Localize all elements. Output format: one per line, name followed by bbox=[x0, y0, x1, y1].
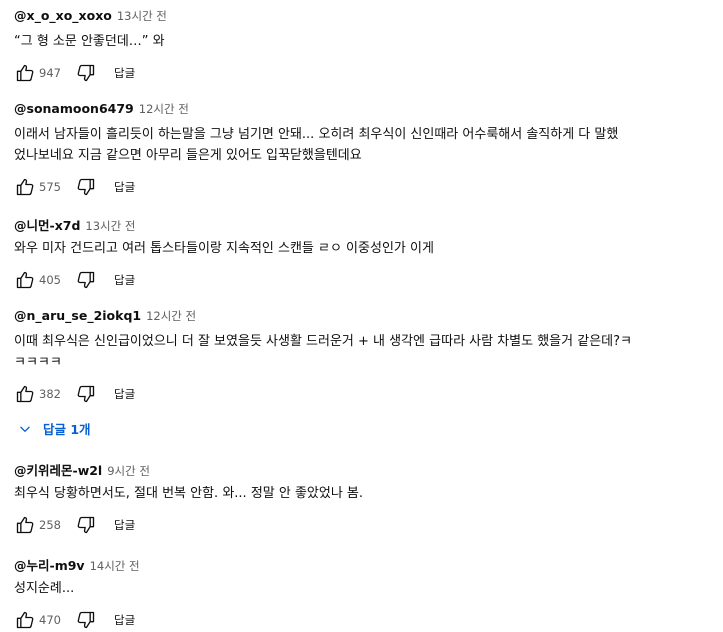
comment-time[interactable]: 14시간 전 bbox=[90, 558, 140, 574]
like-count: 382 bbox=[39, 387, 61, 401]
comment-header: @키위레몬-w2l 9시간 전 bbox=[14, 460, 719, 478]
reply-button[interactable]: 답글 bbox=[114, 272, 135, 288]
view-replies-label: 답글 1개 bbox=[43, 422, 91, 437]
thumbs-up-icon[interactable] bbox=[14, 176, 36, 198]
thumbs-down-icon[interactable] bbox=[75, 383, 97, 405]
comment: @누리-m9v 14시간 전 성지순례... 470 답글 bbox=[14, 555, 719, 632]
comment-author[interactable]: @니먼-x7d bbox=[14, 215, 80, 234]
thumbs-down-icon[interactable] bbox=[75, 176, 97, 198]
thumbs-down-icon[interactable] bbox=[75, 514, 97, 536]
reply-button[interactable]: 답글 bbox=[114, 386, 135, 402]
like-count: 575 bbox=[39, 180, 61, 194]
like-count: 947 bbox=[39, 66, 61, 80]
comment: @니먼-x7d 13시간 전 와우 미자 건드리고 여러 톱스타들이랑 지속적인… bbox=[14, 215, 719, 292]
comment-actions: 405 답글 bbox=[14, 268, 719, 292]
comment-author[interactable]: @sonamoon6479 bbox=[14, 101, 134, 116]
comment-actions: 470 답글 bbox=[14, 608, 719, 632]
comment: @sonamoon6479 12시간 전 이래서 남자들이 흘리듯이 하는말을 … bbox=[14, 101, 719, 199]
like-count: 405 bbox=[39, 273, 61, 287]
comment-time[interactable]: 13시간 전 bbox=[85, 218, 135, 234]
comment-author[interactable]: @n_aru_se_2iokq1 bbox=[14, 308, 141, 323]
comment-time[interactable]: 9시간 전 bbox=[107, 463, 150, 479]
comment-time[interactable]: 12시간 전 bbox=[139, 101, 189, 117]
chevron-down-icon bbox=[20, 426, 30, 432]
comment-actions: 382 답글 bbox=[14, 382, 719, 406]
comment-author[interactable]: @키위레몬-w2l bbox=[14, 460, 102, 479]
comment: @x_o_xo_xoxo 13시간 전 “그 형 소문 안좋던데…” 와 947… bbox=[14, 8, 719, 85]
comment: @키위레몬-w2l 9시간 전 최우식 당황하면서도, 절대 번복 안함. 와.… bbox=[14, 460, 719, 537]
comment-actions: 575 답글 bbox=[14, 175, 719, 199]
comment-text: 이때 최우식은 신인급이었으니 더 잘 보였을듯 사생활 드러운거 + 내 생각… bbox=[14, 334, 632, 370]
thumbs-up-icon[interactable] bbox=[14, 514, 36, 536]
comment-time[interactable]: 13시간 전 bbox=[117, 8, 167, 24]
comment-actions: 258 답글 bbox=[14, 513, 719, 537]
thumbs-down-icon[interactable] bbox=[75, 269, 97, 291]
like-count: 470 bbox=[39, 613, 61, 627]
comment-actions: 947 답글 bbox=[14, 61, 719, 85]
thumbs-up-icon[interactable] bbox=[14, 383, 36, 405]
reply-button[interactable]: 답글 bbox=[114, 517, 135, 533]
reply-button[interactable]: 답글 bbox=[114, 65, 135, 81]
comment-header: @누리-m9v 14시간 전 bbox=[14, 555, 719, 573]
comment-header: @sonamoon6479 12시간 전 bbox=[14, 101, 719, 119]
comment-author[interactable]: @x_o_xo_xoxo bbox=[14, 8, 112, 23]
comment-text: 와우 미자 건드리고 여러 톱스타들이랑 지속적인 스캔들 ㄹㅇ 이중성인가 이… bbox=[14, 241, 434, 256]
thumbs-up-icon[interactable] bbox=[14, 609, 36, 631]
comment-author[interactable]: @누리-m9v bbox=[14, 555, 85, 574]
like-count: 258 bbox=[39, 518, 61, 532]
thumbs-down-icon[interactable] bbox=[75, 609, 97, 631]
comment-text: 최우식 당황하면서도, 절대 번복 안함. 와... 정말 안 좋았었나 봄. bbox=[14, 486, 364, 501]
thumbs-down-icon[interactable] bbox=[75, 62, 97, 84]
view-replies-button[interactable]: 답글 1개 bbox=[18, 419, 719, 438]
reply-button[interactable]: 답글 bbox=[114, 179, 135, 195]
thumbs-up-icon[interactable] bbox=[14, 269, 36, 291]
thumbs-up-icon[interactable] bbox=[14, 62, 36, 84]
comment-time[interactable]: 12시간 전 bbox=[146, 308, 196, 324]
comment-text: 성지순례... bbox=[14, 581, 75, 596]
comment-header: @n_aru_se_2iokq1 12시간 전 bbox=[14, 308, 719, 326]
comment-text: 이래서 남자들이 흘리듯이 하는말을 그냥 넘기면 안돼... 오히려 최우식이… bbox=[14, 127, 619, 163]
comment-text: “그 형 소문 안좋던데…” 와 bbox=[14, 34, 165, 49]
reply-button[interactable]: 답글 bbox=[114, 612, 135, 628]
comment-header: @니먼-x7d 13시간 전 bbox=[14, 215, 719, 233]
comment-header: @x_o_xo_xoxo 13시간 전 bbox=[14, 8, 719, 26]
comment: @n_aru_se_2iokq1 12시간 전 이때 최우식은 신인급이었으니 … bbox=[14, 308, 719, 438]
